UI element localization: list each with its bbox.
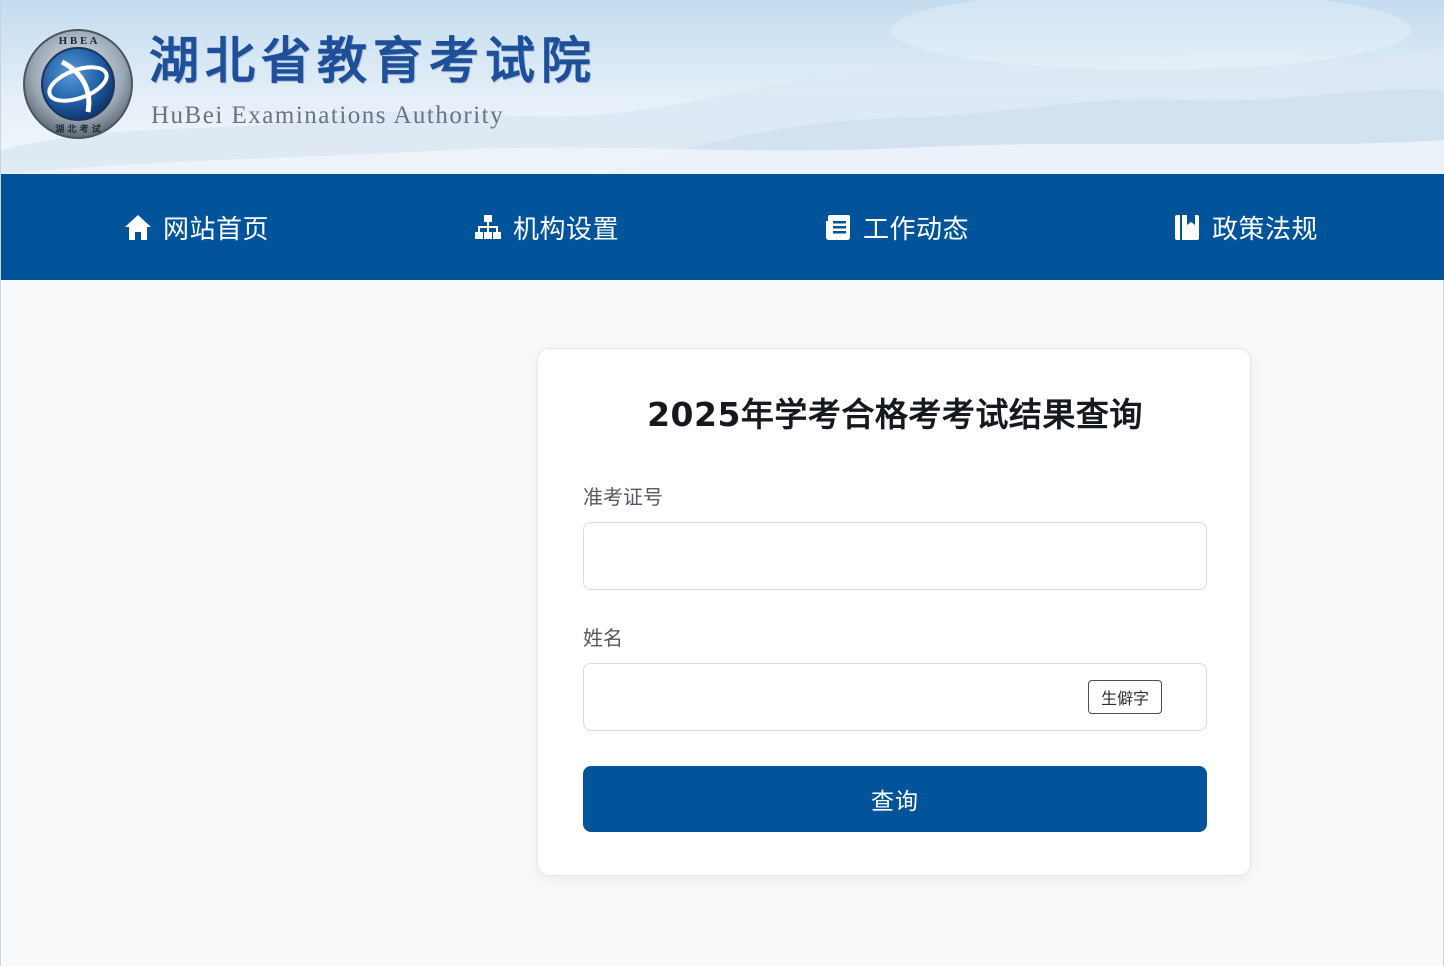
- hbea-logo: H B E A 湖 北 考 试: [23, 29, 133, 139]
- ticket-number-label: 准考证号: [583, 485, 663, 509]
- nav-item-policy[interactable]: 政策法规: [1172, 174, 1318, 280]
- emblem-top-text: H B E A: [59, 35, 98, 47]
- query-card: 2025年学考合格考考试结果查询 准考证号 姓名 生僻字 查询: [537, 348, 1251, 876]
- name-label: 姓名: [583, 626, 623, 650]
- ticket-number-input[interactable]: [583, 522, 1207, 590]
- nav-label-organization: 机构设置: [513, 214, 620, 245]
- nav-item-work-news[interactable]: 工作动态: [823, 174, 969, 280]
- document-icon: [823, 212, 853, 242]
- emblem-bottom-text: 湖 北 考 试: [55, 123, 100, 135]
- nav-item-organization[interactable]: 机构设置: [473, 174, 619, 280]
- nav-item-home[interactable]: 网站首页: [123, 174, 269, 280]
- main-navigation: 网站首页 机构设置 工作动态 政策法规: [1, 174, 1444, 280]
- query-submit-button[interactable]: 查询: [583, 766, 1207, 832]
- rare-character-button[interactable]: 生僻字: [1088, 680, 1162, 714]
- org-chart-icon: [473, 212, 503, 242]
- home-icon: [123, 212, 153, 242]
- header-banner: H B E A 湖 北 考 试 湖北省教育考试院 HuBei Examinati…: [1, 0, 1444, 174]
- nav-label-home: 网站首页: [163, 214, 270, 245]
- book-icon: [1172, 212, 1202, 242]
- nav-label-work-news: 工作动态: [863, 214, 970, 245]
- site-name-chinese: 湖北省教育考试院: [149, 31, 597, 90]
- site-name-english: HuBei Examinations Authority: [151, 102, 505, 129]
- page-title: 2025年学考合格考考试结果查询: [647, 395, 1143, 434]
- nav-label-policy: 政策法规: [1212, 214, 1319, 245]
